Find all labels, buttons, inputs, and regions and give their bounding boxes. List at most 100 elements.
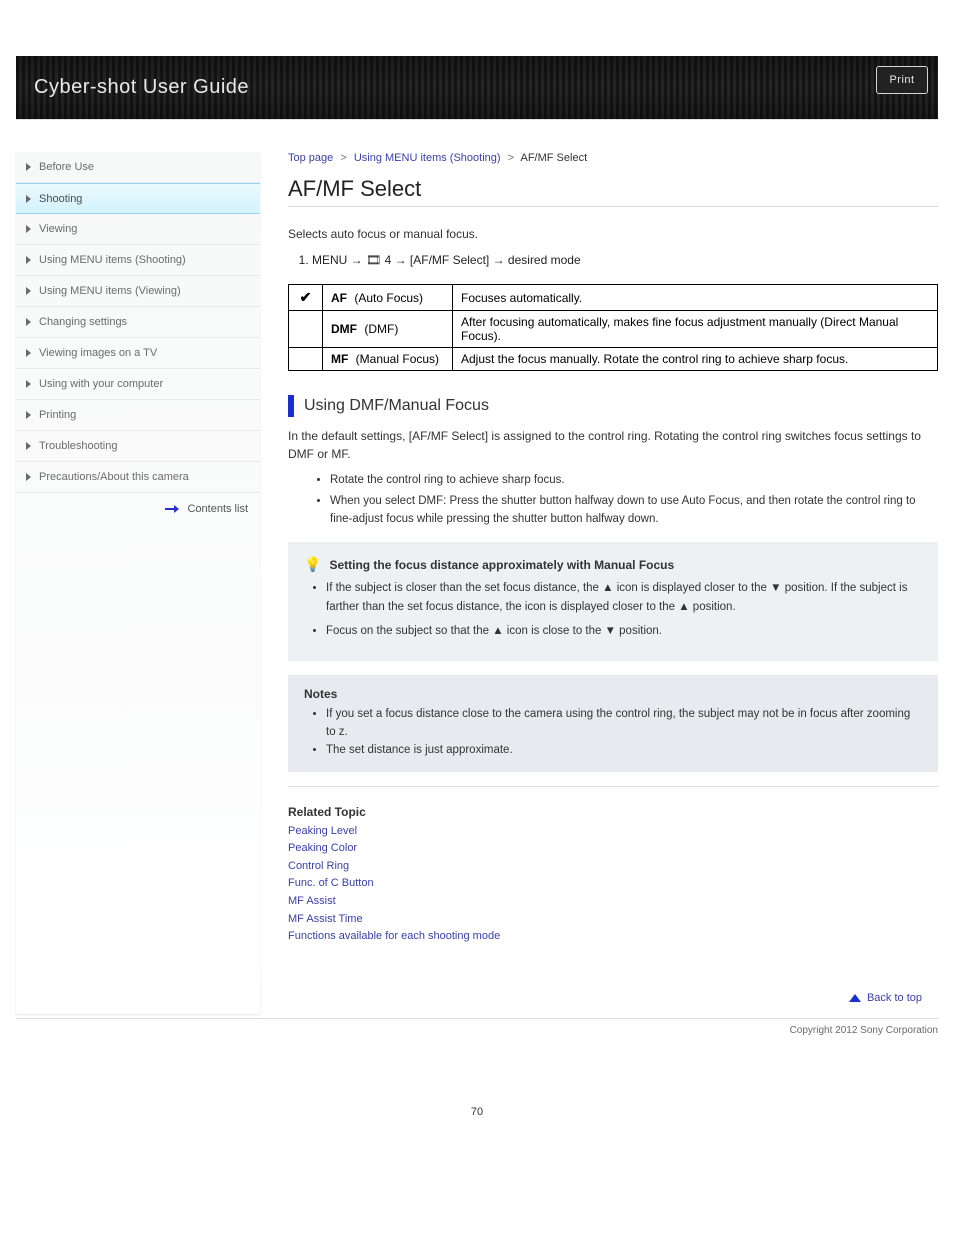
section-heading-text: Using DMF/Manual Focus xyxy=(304,397,489,415)
related-heading: Related Topic xyxy=(288,805,938,819)
chevron-right-icon xyxy=(26,318,31,326)
option-desc: Adjust the focus manually. Rotate the co… xyxy=(453,348,938,371)
sidebar-item-label: Troubleshooting xyxy=(39,440,117,452)
hint-title: 💡 Setting the focus distance approximate… xyxy=(304,556,922,573)
breadcrumb-current: AF/MF Select xyxy=(521,152,588,164)
chevron-right-icon xyxy=(26,473,31,481)
table-row: DMF (DMF) After focusing automatically, … xyxy=(289,311,938,348)
sidebar-item-viewing-tv[interactable]: Viewing images on a TV xyxy=(16,338,260,369)
contents-list-link[interactable]: Contents list xyxy=(16,493,260,529)
sidebar-item-label: Using MENU items (Shooting) xyxy=(39,254,186,266)
print-button[interactable]: Print xyxy=(876,66,928,94)
chevron-up-icon xyxy=(849,994,861,1002)
options-table: ✔ AF (Auto Focus) Focuses automatically.… xyxy=(288,284,938,371)
sidebar-item-label: Viewing xyxy=(39,223,77,235)
option-check xyxy=(289,348,323,371)
related-list: Peaking Level Peaking Color Control Ring… xyxy=(288,823,938,946)
option-label: (Auto Focus) xyxy=(354,291,423,305)
header-banner: Cyber-shot User Guide Print xyxy=(16,56,938,120)
sidebar-item-computer[interactable]: Using with your computer xyxy=(16,369,260,400)
footer-copyright: Copyright 2012 Sony Corporation xyxy=(16,1018,938,1036)
section-heading: Using DMF/Manual Focus xyxy=(288,395,938,417)
intro-text: Selects auto focus or manual focus. xyxy=(288,225,938,243)
sidebar-item-viewing[interactable]: Viewing xyxy=(16,214,260,245)
related-link[interactable]: MF Assist Time xyxy=(288,911,938,929)
sidebar-item-shooting[interactable]: Shooting xyxy=(16,183,260,214)
related-link[interactable]: Peaking Level xyxy=(288,823,938,841)
hint-title-text: Setting the focus distance approximately… xyxy=(329,558,674,572)
notes-box: Notes If you set a focus distance close … xyxy=(288,675,938,772)
list-item: Rotate the control ring to achieve sharp… xyxy=(330,471,938,489)
list-item: When you select DMF: Press the shutter b… xyxy=(330,492,938,529)
option-icon-cell: AF (Auto Focus) xyxy=(323,285,453,311)
step-item: MENU → 🎞 4 → [AF/MF Select] → desired mo… xyxy=(312,251,938,270)
sidebar-item-menu-shooting[interactable]: Using MENU items (Shooting) xyxy=(16,245,260,276)
print-label: Print xyxy=(889,74,914,86)
steps-list: MENU → 🎞 4 → [AF/MF Select] → desired mo… xyxy=(312,251,938,270)
option-desc: After focusing automatically, makes fine… xyxy=(453,311,938,348)
chevron-right-icon xyxy=(26,287,31,295)
heading-bar-icon xyxy=(288,395,294,417)
contents-list-label: Contents list xyxy=(187,503,248,515)
related-link[interactable]: Control Ring xyxy=(288,858,938,876)
breadcrumb: Top page > Using MENU items (Shooting) >… xyxy=(288,152,938,164)
chevron-right-icon xyxy=(26,380,31,388)
option-icon: MF xyxy=(331,352,348,366)
arrow-right-icon xyxy=(165,505,179,513)
notes-title: Notes xyxy=(304,687,922,701)
breadcrumb-separator: > xyxy=(340,152,346,164)
sidebar-item-label: Shooting xyxy=(39,193,82,205)
sidebar-item-label: Using MENU items (Viewing) xyxy=(39,285,181,297)
related-link[interactable]: Func. of C Button xyxy=(288,875,938,893)
hint-list: If the subject is closer than the set fo… xyxy=(326,579,922,640)
list-item: If you set a focus distance close to the… xyxy=(326,705,922,742)
chevron-right-icon xyxy=(26,442,31,450)
sidebar-item-label: Precautions/About this camera xyxy=(39,471,189,483)
option-icon: DMF xyxy=(331,322,357,336)
sidebar-item-changing-settings[interactable]: Changing settings xyxy=(16,307,260,338)
main-content: Top page > Using MENU items (Shooting) >… xyxy=(288,152,938,1014)
focus-bullet-list: Rotate the control ring to achieve sharp… xyxy=(330,471,938,528)
hint-box: 💡 Setting the focus distance approximate… xyxy=(288,542,938,660)
sidebar-item-troubleshooting[interactable]: Troubleshooting xyxy=(16,431,260,462)
breadcrumb-section[interactable]: Using MENU items (Shooting) xyxy=(354,152,501,164)
table-row: ✔ AF (Auto Focus) Focuses automatically. xyxy=(289,285,938,311)
option-icon-cell: MF (Manual Focus) xyxy=(323,348,453,371)
lightbulb-icon: 💡 xyxy=(304,556,321,573)
option-label: (Manual Focus) xyxy=(356,352,439,366)
back-to-top-label: Back to top xyxy=(867,992,922,1004)
list-item: Focus on the subject so that the ▲ icon … xyxy=(326,622,922,640)
option-label: (DMF) xyxy=(364,322,398,336)
chevron-right-icon xyxy=(26,349,31,357)
option-desc: Focuses automatically. xyxy=(453,285,938,311)
breadcrumb-separator: > xyxy=(508,152,514,164)
chevron-right-icon xyxy=(26,225,31,233)
sidebar-item-label: Printing xyxy=(39,409,76,421)
sidebar-item-label: Viewing images on a TV xyxy=(39,347,157,359)
related-link[interactable]: Functions available for each shooting mo… xyxy=(288,928,938,946)
sidebar: Before Use Shooting Viewing Using MENU i… xyxy=(16,152,260,1014)
option-icon: AF xyxy=(331,291,347,305)
sidebar-item-menu-viewing[interactable]: Using MENU items (Viewing) xyxy=(16,276,260,307)
back-to-top-link[interactable]: Back to top xyxy=(288,992,922,1004)
sidebar-item-label: Using with your computer xyxy=(39,378,163,390)
chevron-right-icon xyxy=(26,195,31,203)
option-check: ✔ xyxy=(289,285,323,311)
chevron-right-icon xyxy=(26,256,31,264)
sidebar-item-precautions[interactable]: Precautions/About this camera xyxy=(16,462,260,493)
page-title: AF/MF Select xyxy=(288,176,938,207)
option-check xyxy=(289,311,323,348)
option-icon-cell: DMF (DMF) xyxy=(323,311,453,348)
related-link[interactable]: MF Assist xyxy=(288,893,938,911)
list-item: The set distance is just approximate. xyxy=(326,741,922,759)
sidebar-item-label: Before Use xyxy=(39,161,94,173)
breadcrumb-top[interactable]: Top page xyxy=(288,152,333,164)
page-number: 70 xyxy=(0,1106,954,1118)
related-link[interactable]: Peaking Color xyxy=(288,840,938,858)
sidebar-item-before-use[interactable]: Before Use xyxy=(16,152,260,183)
section-text: In the default settings, [AF/MF Select] … xyxy=(288,427,938,463)
sidebar-item-printing[interactable]: Printing xyxy=(16,400,260,431)
notes-list: If you set a focus distance close to the… xyxy=(326,705,922,760)
sidebar-item-label: Changing settings xyxy=(39,316,127,328)
list-item: If the subject is closer than the set fo… xyxy=(326,579,922,616)
